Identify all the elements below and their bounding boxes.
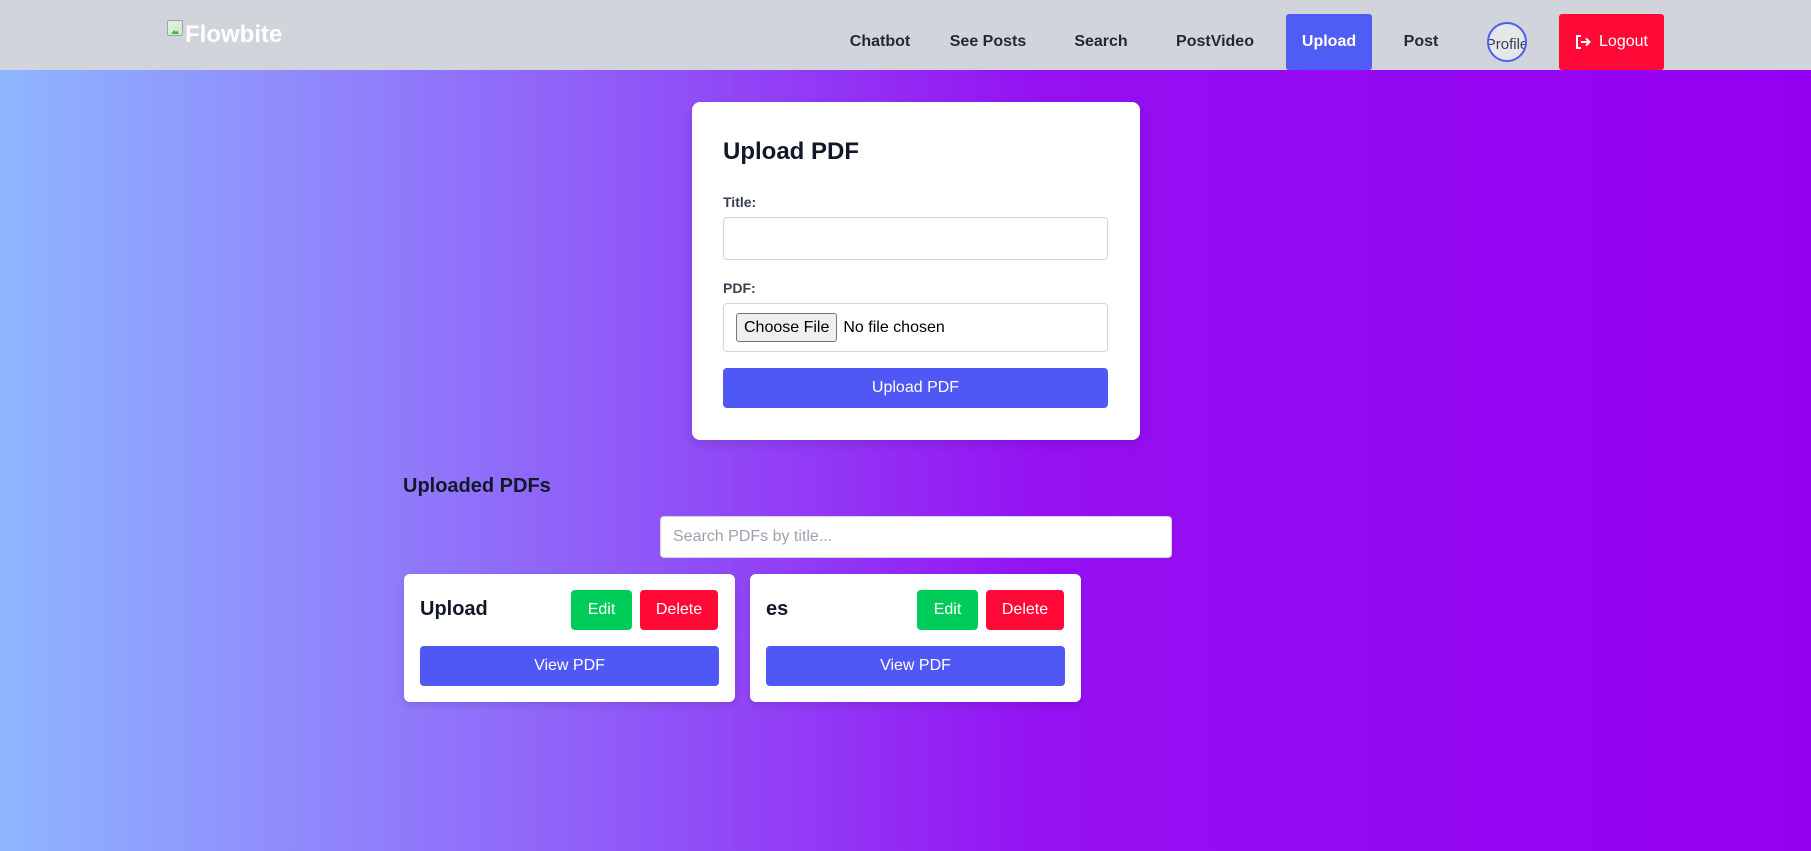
profile-avatar[interactable]: Profile <box>1487 22 1527 62</box>
top-navbar: Flowbite Chatbot See Posts Search PostVi… <box>0 0 1811 70</box>
search-pdfs-input[interactable] <box>660 516 1172 558</box>
pdf-card-title: Upload <box>420 598 488 620</box>
pdf-card: es Edit Delete View PDF <box>750 574 1081 702</box>
pdf-card-title: es <box>766 598 789 620</box>
edit-button[interactable]: Edit <box>571 590 632 630</box>
upload-pdf-button[interactable]: Upload PDF <box>723 368 1108 408</box>
logout-label: Logout <box>1599 33 1648 50</box>
file-status-text: No file chosen <box>843 318 945 336</box>
nav-link-see-posts[interactable]: See Posts <box>945 14 1031 70</box>
edit-button[interactable]: Edit <box>917 590 978 630</box>
title-label: Title: <box>723 194 757 210</box>
nav-link-chatbot[interactable]: Chatbot <box>839 14 921 70</box>
uploaded-pdfs-heading: Uploaded PDFs <box>403 475 551 497</box>
delete-button[interactable]: Delete <box>986 590 1064 630</box>
sign-out-icon <box>1576 35 1591 49</box>
view-pdf-button[interactable]: View PDF <box>420 646 719 686</box>
upload-heading: Upload PDF <box>723 138 859 165</box>
delete-button[interactable]: Delete <box>640 590 718 630</box>
title-input[interactable] <box>723 217 1108 260</box>
logout-button[interactable]: Logout <box>1559 14 1664 70</box>
avatar-alt-text: Profile <box>1487 36 1527 53</box>
upload-pdf-card: Upload PDF Title: PDF: Choose File No fi… <box>692 102 1140 440</box>
nav-link-upload[interactable]: Upload <box>1286 14 1372 70</box>
choose-file-button[interactable]: Choose File <box>736 313 838 342</box>
pdf-card: Upload Edit Delete View PDF <box>404 574 735 702</box>
nav-link-post[interactable]: Post <box>1396 14 1446 70</box>
nav-link-search[interactable]: Search <box>1068 14 1134 70</box>
pdf-label: PDF: <box>723 280 756 296</box>
pdf-file-input[interactable]: Choose File No file chosen <box>723 303 1108 352</box>
brand-logo[interactable]: Flowbite <box>167 18 282 52</box>
nav-link-postvideo[interactable]: PostVideo <box>1168 14 1262 70</box>
view-pdf-button[interactable]: View PDF <box>766 646 1065 686</box>
broken-image-icon <box>167 20 183 36</box>
brand-alt-text: Flowbite <box>185 21 283 48</box>
